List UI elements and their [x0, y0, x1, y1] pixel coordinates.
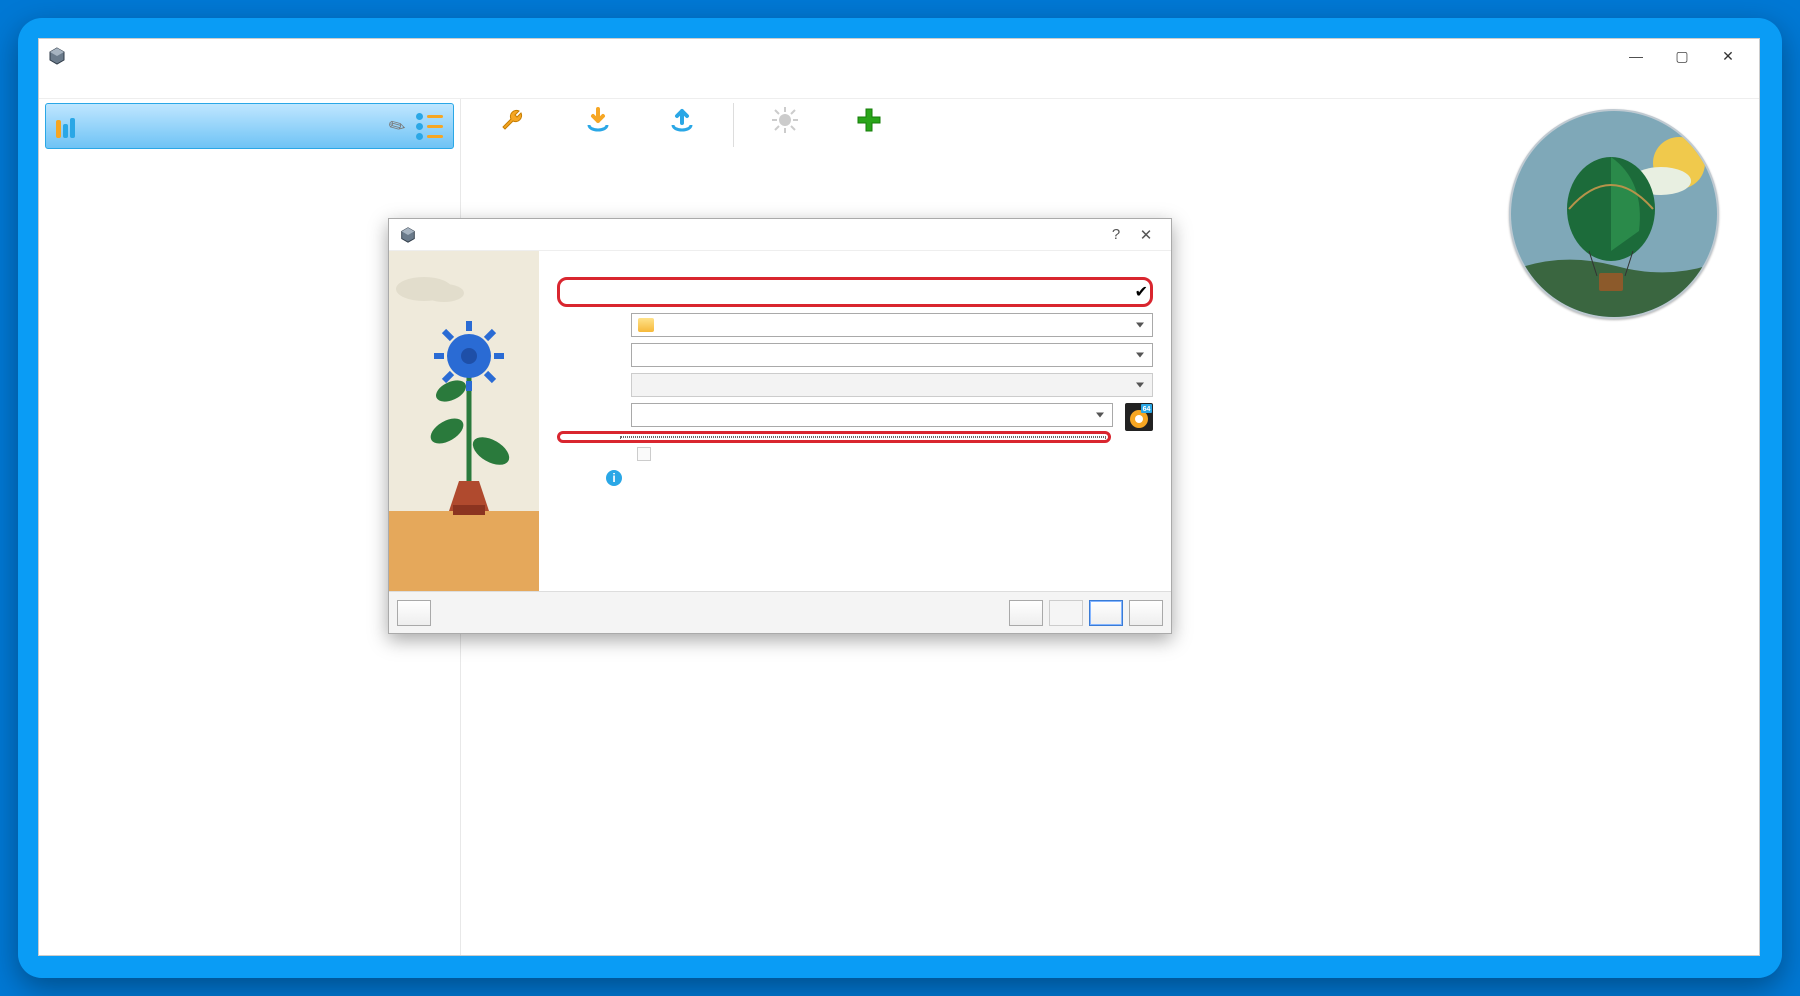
menu-machine[interactable]	[69, 73, 93, 98]
maximize-button[interactable]: ▢	[1659, 39, 1705, 73]
sun-icon	[746, 103, 824, 137]
modal-titlebar[interactable]: ? ✕	[389, 219, 1171, 251]
folder-select[interactable]	[631, 313, 1153, 337]
modal-help-button[interactable]: ?	[1101, 226, 1131, 243]
os-icon: 64	[1125, 403, 1153, 431]
check-icon: ✔	[1135, 282, 1148, 302]
toolbar-import[interactable]	[559, 103, 637, 137]
info-row: i	[605, 469, 1153, 487]
toolbar-sep	[733, 103, 734, 147]
modal-close-button[interactable]: ✕	[1131, 226, 1161, 244]
titlebar: — ▢ ✕	[39, 39, 1759, 73]
info-icon: i	[605, 469, 623, 487]
type-select[interactable]	[631, 403, 1113, 427]
modal-illustration	[389, 251, 539, 591]
list-icon[interactable]	[416, 113, 443, 140]
wrench-icon	[475, 103, 553, 137]
app-icon	[47, 46, 67, 66]
toolbar-settings[interactable]	[475, 103, 553, 137]
tools-icon	[56, 114, 80, 138]
footer-next-button[interactable]	[1089, 600, 1123, 626]
plus-icon	[830, 103, 908, 137]
footer-expert-button[interactable]	[1009, 600, 1043, 626]
toolbar-export[interactable]	[643, 103, 721, 137]
toolbar-add[interactable]	[830, 103, 908, 137]
folder-icon	[638, 318, 654, 332]
close-button[interactable]: ✕	[1705, 39, 1751, 73]
window-controls: — ▢ ✕	[1613, 39, 1751, 73]
minimize-button[interactable]: —	[1613, 39, 1659, 73]
menubar	[39, 73, 1759, 99]
wrench-icon: ✎	[384, 111, 411, 141]
svg-text:64: 64	[1143, 406, 1151, 413]
cube-icon	[399, 226, 417, 244]
footer-cancel-button[interactable]	[1129, 600, 1163, 626]
skip-auto-row	[637, 447, 1153, 461]
version-row-highlight	[557, 431, 1111, 443]
skip-auto-checkbox	[637, 447, 651, 461]
welcome-illustration	[1509, 109, 1719, 319]
create-vm-modal: ? ✕	[388, 218, 1172, 634]
menu-file[interactable]	[45, 73, 69, 98]
instruments-item[interactable]: ✎	[45, 103, 454, 149]
version-select[interactable]	[620, 436, 1106, 438]
import-icon	[559, 103, 637, 137]
export-icon	[643, 103, 721, 137]
edition-select	[631, 373, 1153, 397]
svg-text:i: i	[612, 471, 615, 485]
toolbar-create	[746, 103, 824, 137]
footer-help-button[interactable]	[397, 600, 431, 626]
name-row-highlight: ✔	[557, 277, 1153, 307]
menu-help[interactable]	[93, 73, 117, 98]
iso-select[interactable]	[631, 343, 1153, 367]
footer-back-button	[1049, 600, 1083, 626]
modal-footer	[389, 591, 1171, 633]
